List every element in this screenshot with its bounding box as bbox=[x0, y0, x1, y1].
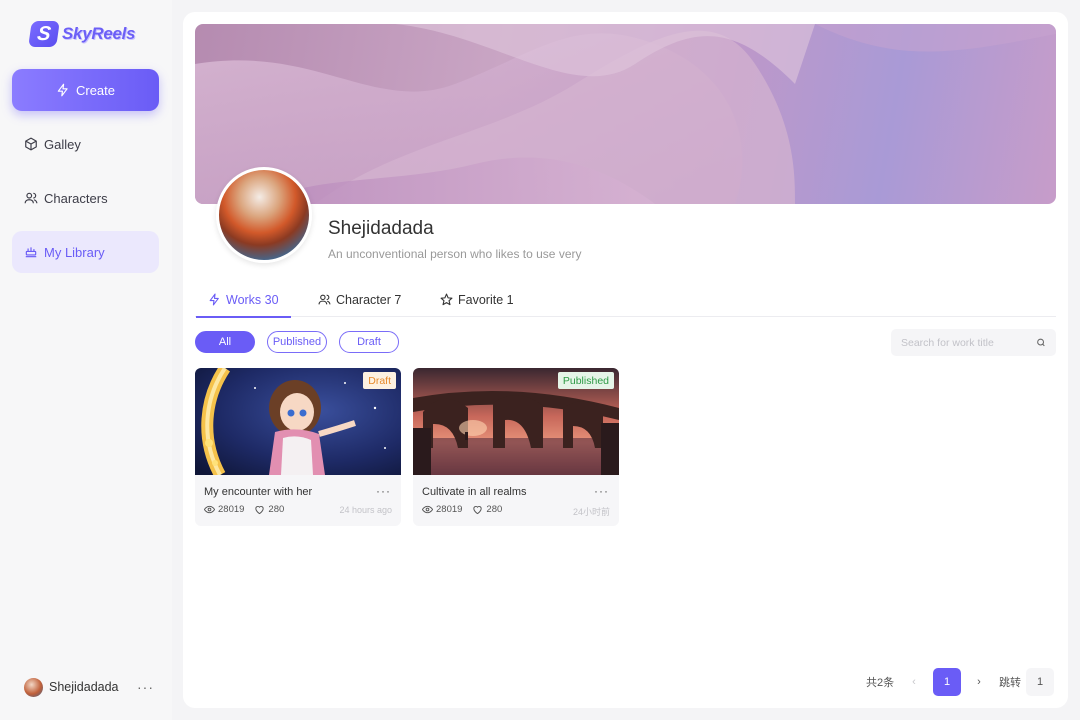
sidebar-item-my-library[interactable]: My Library bbox=[12, 231, 159, 273]
more-icon[interactable]: ··· bbox=[594, 484, 609, 498]
tab-label: Favorite 1 bbox=[458, 292, 514, 307]
sidebar-item-label: Characters bbox=[44, 190, 108, 206]
work-thumbnail[interactable]: Published bbox=[413, 368, 619, 475]
work-thumbnail[interactable]: Draft bbox=[195, 368, 401, 475]
filter-published[interactable]: Published bbox=[267, 331, 327, 353]
pagination-total: 共2条 bbox=[866, 677, 895, 689]
work-title: Cultivate in all realms bbox=[422, 486, 527, 498]
work-card[interactable]: Draft My encounter with her ··· 28019 28… bbox=[195, 368, 401, 526]
tab-label: Character 7 bbox=[336, 292, 402, 307]
tab-works[interactable]: Works 30 bbox=[196, 282, 291, 318]
sidebar: S SkyReels Create Galley Characters My L… bbox=[0, 0, 172, 720]
users-icon bbox=[24, 192, 38, 204]
status-badge: Draft bbox=[363, 372, 396, 389]
filter-all[interactable]: All bbox=[195, 331, 255, 353]
work-card[interactable]: Published Cultivate in all realms ··· 28… bbox=[413, 368, 619, 526]
users-icon bbox=[318, 294, 331, 305]
logo-mark-icon: S bbox=[28, 21, 60, 47]
search-icon[interactable] bbox=[1036, 337, 1046, 348]
profile-bio: An unconventional person who likes to us… bbox=[328, 247, 582, 261]
work-stats: 28019 280 bbox=[422, 504, 502, 515]
search-box bbox=[891, 329, 1056, 356]
jump-label: 跳转 bbox=[999, 677, 1021, 689]
more-icon[interactable]: ··· bbox=[376, 484, 391, 498]
banner-waves bbox=[195, 24, 1056, 204]
tab-favorite[interactable]: Favorite 1 bbox=[440, 282, 514, 317]
work-stats: 28019 280 bbox=[204, 504, 284, 515]
profile-tabs: Works 30 Character 7 Favorite 1 bbox=[195, 282, 1056, 318]
filter-draft[interactable]: Draft bbox=[339, 331, 399, 353]
view-count: 28019 bbox=[436, 504, 463, 515]
next-page-button[interactable]: › bbox=[965, 668, 993, 696]
profile-avatar[interactable] bbox=[216, 167, 312, 263]
profile-name: Shejidadada bbox=[328, 218, 434, 239]
search-input[interactable] bbox=[901, 336, 1036, 349]
main-panel: Shejidadada An unconventional person who… bbox=[183, 12, 1068, 708]
create-button[interactable]: Create bbox=[12, 69, 159, 111]
heart-icon bbox=[255, 505, 265, 515]
user-name: Shejidadada bbox=[49, 680, 119, 694]
user-footer[interactable]: Shejidadada ··· bbox=[24, 677, 154, 697]
create-button-label: Create bbox=[75, 82, 116, 98]
lightning-icon bbox=[57, 83, 68, 97]
heart-icon bbox=[473, 505, 483, 515]
jump-page-input[interactable]: 1 bbox=[1026, 668, 1054, 696]
sidebar-item-label: Galley bbox=[44, 136, 81, 152]
work-time: 24 hours ago bbox=[339, 505, 392, 515]
work-title: My encounter with her bbox=[204, 486, 313, 498]
eye-icon bbox=[422, 505, 433, 514]
cube-icon bbox=[25, 137, 37, 151]
work-time: 24小时前 bbox=[572, 507, 610, 517]
like-count: 280 bbox=[486, 504, 503, 515]
tab-character[interactable]: Character 7 bbox=[318, 282, 401, 317]
sidebar-item-label: My Library bbox=[44, 244, 105, 260]
more-icon[interactable]: ··· bbox=[137, 679, 154, 695]
view-count: 28019 bbox=[218, 504, 245, 515]
like-count: 280 bbox=[268, 504, 285, 515]
avatar bbox=[24, 677, 43, 697]
app-logo[interactable]: S SkyReels bbox=[28, 20, 136, 48]
library-icon bbox=[25, 247, 37, 258]
star-icon bbox=[440, 293, 453, 306]
prev-page-button[interactable]: ‹ bbox=[900, 668, 928, 696]
logo-text: SkyReels bbox=[62, 24, 136, 43]
profile-banner bbox=[195, 24, 1056, 204]
page-1-button[interactable]: 1 bbox=[933, 668, 961, 696]
tab-label: Works 30 bbox=[226, 292, 279, 307]
lightning-icon bbox=[209, 293, 219, 306]
eye-icon bbox=[204, 505, 215, 514]
status-badge: Published bbox=[557, 372, 614, 389]
sidebar-item-galley[interactable]: Galley bbox=[12, 123, 159, 165]
sidebar-item-characters[interactable]: Characters bbox=[12, 177, 159, 219]
